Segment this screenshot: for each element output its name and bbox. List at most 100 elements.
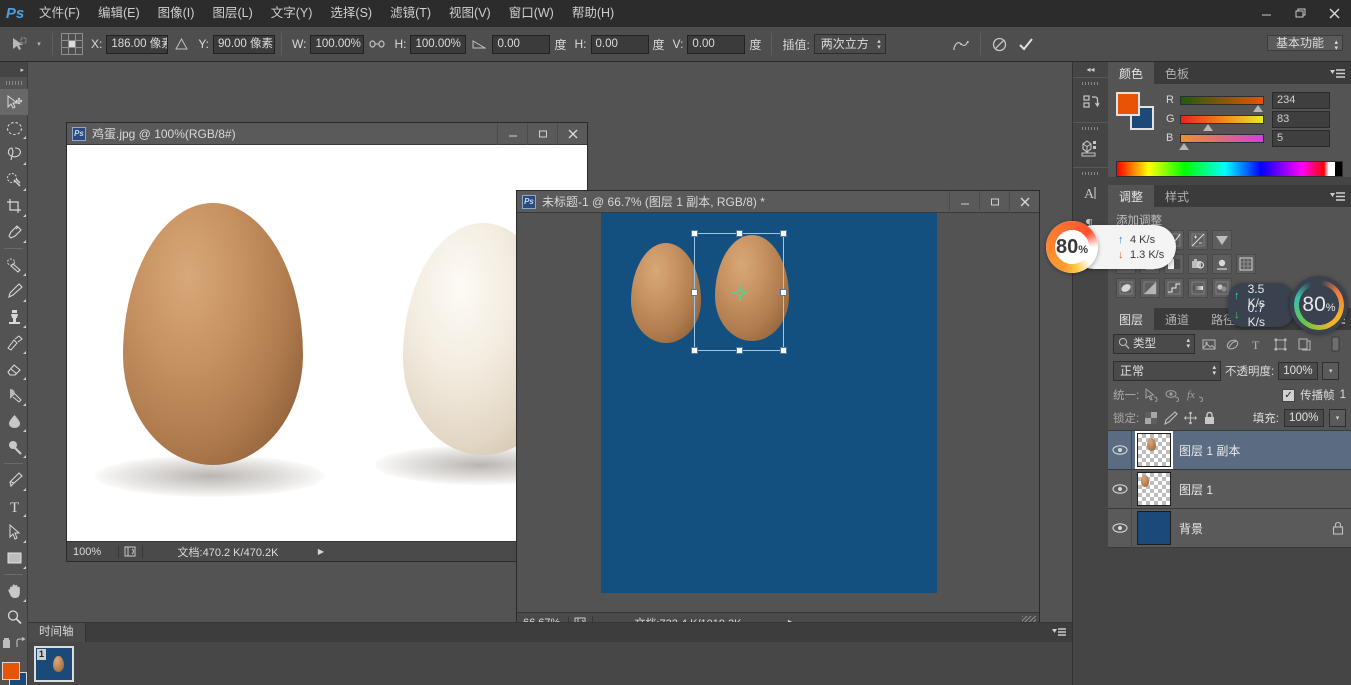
- untitled-document-canvas[interactable]: [517, 213, 1039, 612]
- layer-visibility-toggle[interactable]: [1108, 509, 1132, 548]
- timeline-frame-1[interactable]: 1: [34, 646, 74, 682]
- channel-slider-g[interactable]: [1180, 115, 1264, 124]
- lock-transparency-icon[interactable]: [1144, 411, 1158, 425]
- egg-maximize-button[interactable]: [527, 123, 557, 145]
- layer-visibility-toggle[interactable]: [1108, 470, 1132, 509]
- tool-preset-chevron-icon[interactable]: ▾: [32, 33, 46, 55]
- transform-handle-tr[interactable]: [780, 230, 787, 237]
- vibrance-icon[interactable]: [1212, 230, 1232, 250]
- tab-styles[interactable]: 样式: [1154, 185, 1200, 207]
- angle-input[interactable]: 0.00: [492, 35, 550, 54]
- channel-value-r[interactable]: 234: [1272, 92, 1330, 109]
- gradient-map-icon[interactable]: [1188, 278, 1208, 298]
- adjustments-panel-menu-icon[interactable]: [1330, 185, 1346, 207]
- lock-position-icon[interactable]: [1183, 411, 1198, 425]
- color-panel-menu-icon[interactable]: [1330, 62, 1346, 84]
- color-lookup-icon[interactable]: [1236, 254, 1256, 274]
- toolbar-collapse-button[interactable]: ▸: [0, 62, 27, 77]
- tab-timeline[interactable]: 时间轴: [28, 623, 86, 642]
- foreground-color-swatch[interactable]: [2, 662, 20, 680]
- width-input[interactable]: 100.00%: [310, 35, 364, 54]
- rectangle-tool[interactable]: [0, 545, 28, 571]
- menu-help[interactable]: 帮助(H): [563, 0, 623, 27]
- y-input[interactable]: 90.00 像素: [213, 35, 275, 54]
- history-icon[interactable]: [1073, 88, 1108, 118]
- egg-window-titlebar[interactable]: Ps 鸡蛋.jpg @ 100%(RGB/8#): [67, 123, 587, 145]
- invert-icon[interactable]: [1116, 278, 1136, 298]
- close-button[interactable]: [1317, 0, 1351, 27]
- elliptical-marquee-tool[interactable]: [0, 115, 28, 141]
- channel-slider-r[interactable]: [1180, 96, 1264, 105]
- filter-type-icon[interactable]: T: [1246, 334, 1267, 354]
- minimize-button[interactable]: [1249, 0, 1283, 27]
- egg-zoom-level[interactable]: 100%: [67, 546, 119, 558]
- transform-handle-tl[interactable]: [691, 230, 698, 237]
- blur-tool[interactable]: [0, 408, 28, 434]
- photo-filter-icon[interactable]: [1188, 254, 1208, 274]
- eraser-tool[interactable]: [0, 356, 28, 382]
- document-window-egg[interactable]: Ps 鸡蛋.jpg @ 100%(RGB/8#): [66, 122, 588, 562]
- dock-collapse-button[interactable]: ◂◂: [1073, 62, 1108, 77]
- mini-bridge-icon[interactable]: [1073, 133, 1108, 163]
- lock-all-icon[interactable]: [1203, 411, 1216, 425]
- channel-thumb-r[interactable]: [1253, 105, 1263, 112]
- channel-thumb-g[interactable]: [1203, 124, 1213, 131]
- lock-image-icon[interactable]: [1163, 411, 1178, 425]
- filter-toggle-switch[interactable]: [1325, 334, 1346, 354]
- x-input[interactable]: 186.00 像素: [106, 35, 168, 54]
- opacity-input[interactable]: 100%: [1278, 362, 1318, 380]
- transform-handle-l[interactable]: [691, 289, 698, 296]
- egg-close-button[interactable]: [557, 123, 587, 145]
- tab-layers[interactable]: 图层: [1108, 308, 1154, 330]
- rail-grip[interactable]: [1073, 123, 1108, 133]
- tab-adjustments[interactable]: 调整: [1108, 185, 1154, 207]
- channel-slider-b[interactable]: [1180, 134, 1264, 143]
- transform-handle-r[interactable]: [780, 289, 787, 296]
- untitled-maximize-button[interactable]: [979, 191, 1009, 213]
- skew-h-input[interactable]: 0.00: [591, 35, 649, 54]
- timeline-panel-menu-icon[interactable]: [1052, 627, 1066, 637]
- layer-thumbnail[interactable]: [1137, 433, 1171, 467]
- menu-edit[interactable]: 编辑(E): [89, 0, 149, 27]
- skew-v-input[interactable]: 0.00: [687, 35, 745, 54]
- transform-handle-bl[interactable]: [691, 347, 698, 354]
- proxy-preview-icon[interactable]: [119, 545, 143, 558]
- dodge-tool[interactable]: [0, 434, 28, 460]
- unify-style-icon[interactable]: fx: [1187, 388, 1207, 402]
- rail-grip[interactable]: [1073, 78, 1108, 88]
- egg-minimize-button[interactable]: [497, 123, 527, 145]
- layer-row-layer1[interactable]: 图层 1: [1108, 470, 1351, 509]
- character-icon[interactable]: A: [1073, 178, 1108, 208]
- menu-image[interactable]: 图像(I): [149, 0, 204, 27]
- layer-thumbnail[interactable]: [1137, 511, 1171, 545]
- warp-mode-icon[interactable]: [948, 32, 974, 56]
- transform-reference-point[interactable]: [732, 285, 748, 301]
- crop-tool[interactable]: [0, 193, 28, 219]
- color-panel-swatches[interactable]: [1116, 92, 1156, 130]
- egg-document-canvas[interactable]: [67, 145, 587, 541]
- status-expand-icon[interactable]: ▶: [313, 547, 329, 556]
- fill-input[interactable]: 100%: [1284, 409, 1324, 427]
- tab-color[interactable]: 颜色: [1108, 62, 1154, 84]
- color-spectrum-ramp[interactable]: [1116, 161, 1343, 177]
- network-speed-widget-dark[interactable]: ↑ 3.5 K/s ↓ 0.7 K/s: [1228, 283, 1294, 327]
- opacity-dropdown-icon[interactable]: ▾: [1322, 362, 1339, 380]
- link-icon[interactable]: [364, 32, 390, 56]
- layer-name[interactable]: 图层 1 副本: [1179, 442, 1351, 459]
- layer-row-background[interactable]: 背景: [1108, 509, 1351, 548]
- free-transform-icon[interactable]: [6, 32, 32, 56]
- eyedropper-tool[interactable]: [0, 219, 28, 245]
- interpolation-select[interactable]: 两次立方 ▴▾: [814, 34, 886, 54]
- transform-handle-b[interactable]: [736, 347, 743, 354]
- layer-filter-type-select[interactable]: 类型 ▴▾: [1113, 334, 1195, 354]
- untitled-minimize-button[interactable]: [949, 191, 979, 213]
- cpu-gauge-dark[interactable]: 80%: [1290, 276, 1348, 334]
- layer-thumbnail[interactable]: [1137, 472, 1171, 506]
- unify-position-icon[interactable]: [1144, 388, 1160, 402]
- move-tool[interactable]: [0, 89, 28, 115]
- menu-select[interactable]: 选择(S): [321, 0, 381, 27]
- type-tool[interactable]: T: [0, 493, 28, 519]
- untitled-close-button[interactable]: [1009, 191, 1039, 213]
- color-panel-foreground-swatch[interactable]: [1116, 92, 1140, 116]
- color-swatches[interactable]: [0, 660, 28, 685]
